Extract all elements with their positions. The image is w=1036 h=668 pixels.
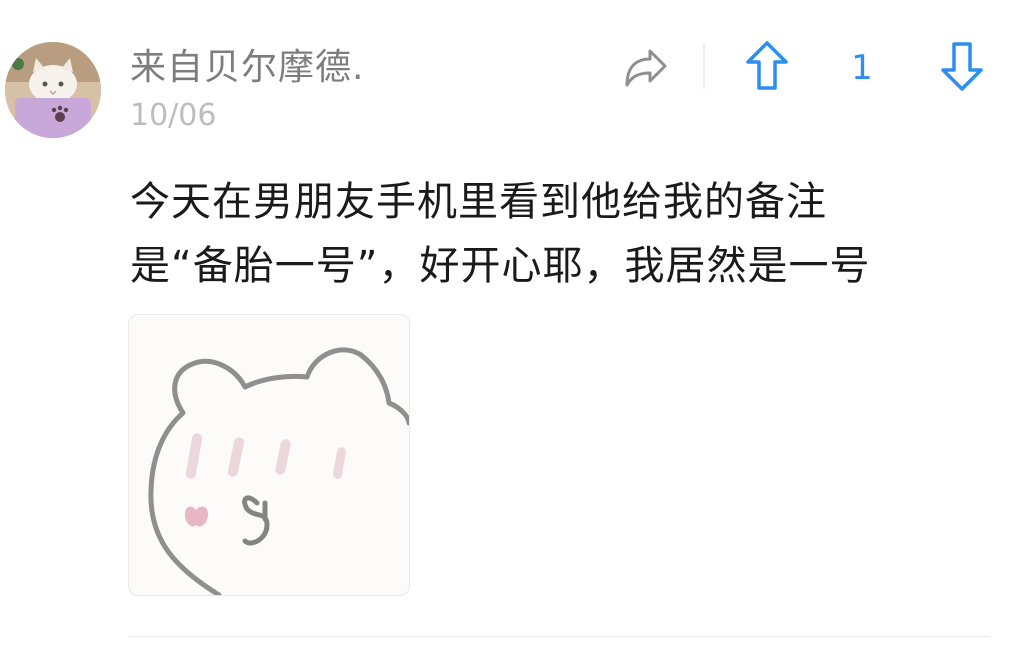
post-card: 来自贝尔摩德. 10/06 1 今天在男朋友手机里看到他给我的备注 是“备胎一号… bbox=[0, 0, 1036, 668]
vote-count: 1 bbox=[851, 48, 873, 88]
up-arrow-icon bbox=[746, 41, 788, 90]
upvote-button[interactable] bbox=[738, 36, 796, 96]
action-divider bbox=[703, 43, 705, 89]
share-arrow-icon bbox=[625, 49, 667, 87]
cat-avatar-image bbox=[5, 42, 101, 138]
author-name[interactable]: 来自贝尔摩德. bbox=[130, 46, 364, 90]
post-content: 今天在男朋友手机里看到他给我的备注 是“备胎一号”，好开心耶，我居然是一号 bbox=[130, 170, 990, 298]
post-separator bbox=[128, 636, 990, 637]
down-arrow-icon bbox=[941, 42, 983, 91]
share-button[interactable] bbox=[618, 42, 672, 94]
avatar[interactable] bbox=[5, 42, 101, 138]
post-image[interactable] bbox=[128, 314, 410, 596]
blushing-bear-sticker bbox=[148, 347, 409, 595]
content-line: 今天在男朋友手机里看到他给我的备注 bbox=[130, 179, 827, 225]
post-date: 10/06 bbox=[130, 98, 217, 133]
downvote-button[interactable] bbox=[934, 36, 990, 96]
content-line: 是“备胎一号”，好开心耶，我居然是一号 bbox=[130, 243, 871, 289]
